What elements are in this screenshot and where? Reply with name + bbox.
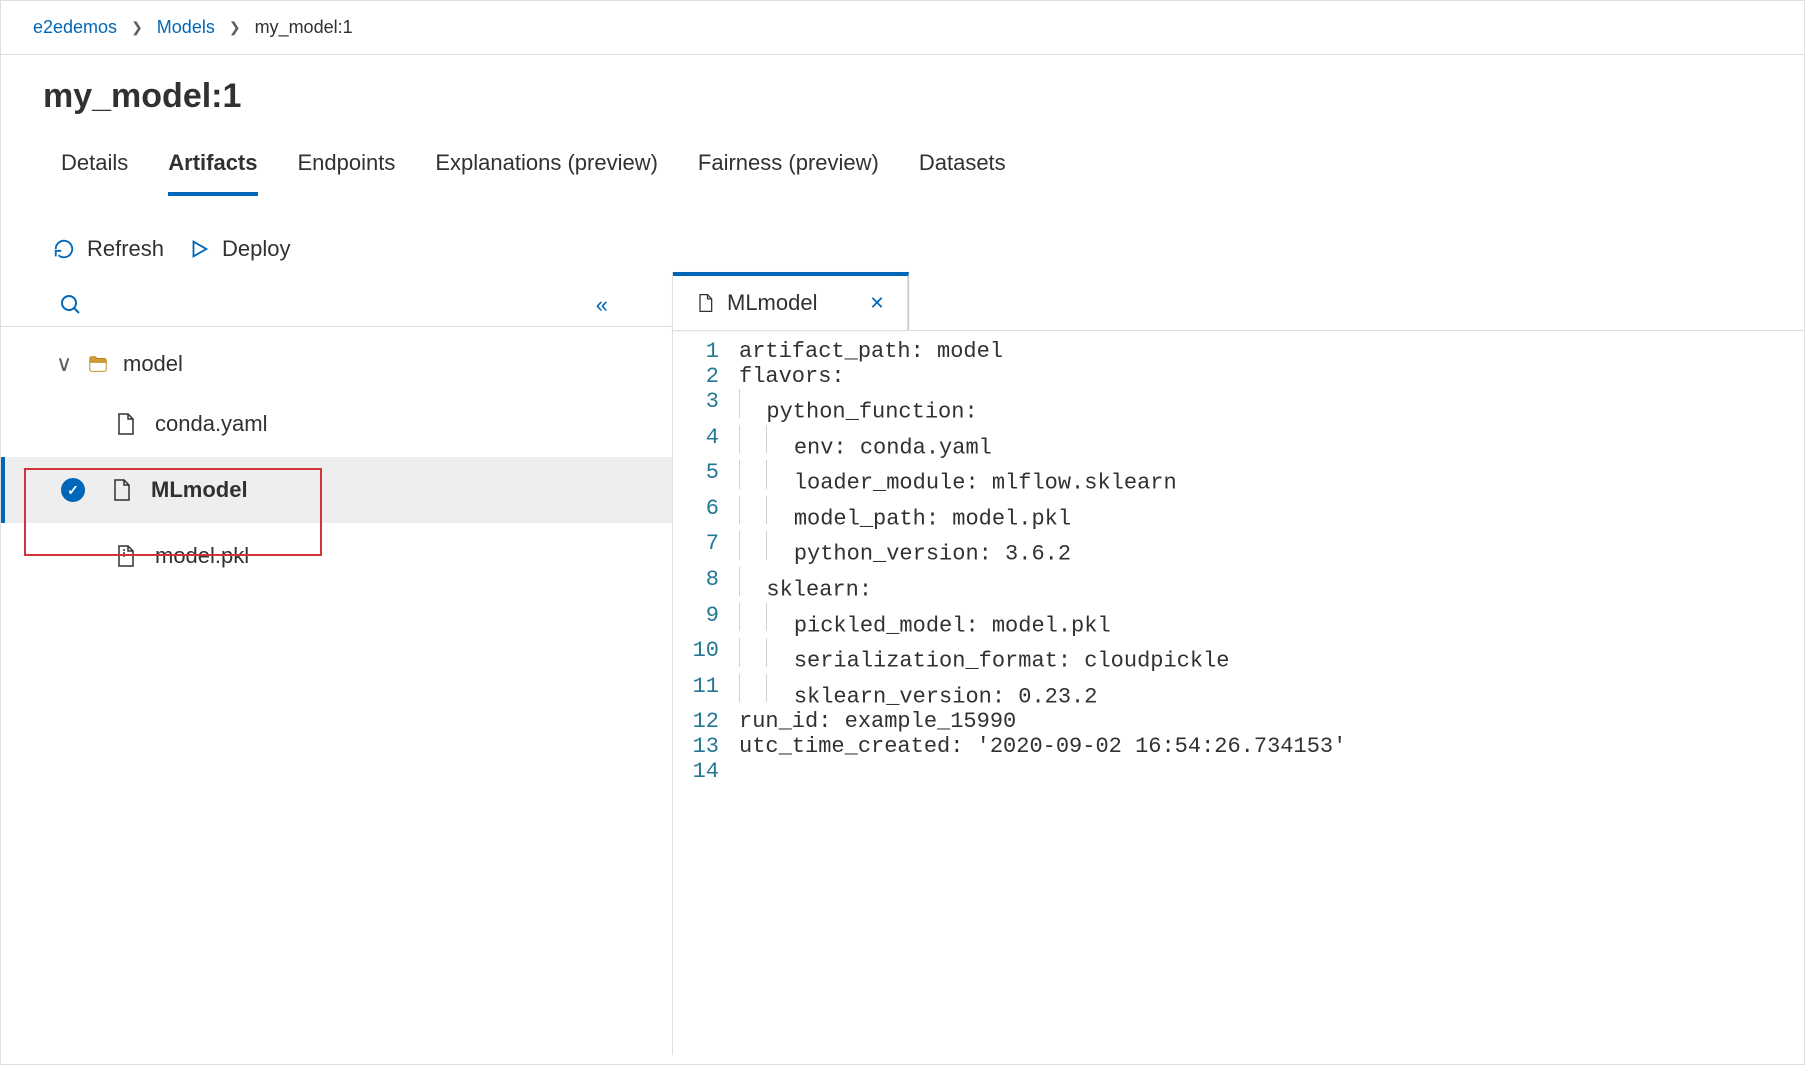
tree-file-modelpkl[interactable]: model.pkl bbox=[1, 523, 672, 589]
code-line: 2flavors: bbox=[673, 364, 1804, 389]
code-line: 14 bbox=[673, 759, 1804, 784]
line-number: 2 bbox=[673, 364, 739, 389]
file-icon bbox=[109, 478, 133, 502]
code-text: env: conda.yaml bbox=[739, 425, 992, 461]
archive-file-icon bbox=[113, 544, 137, 568]
deploy-button[interactable]: Deploy bbox=[188, 236, 290, 262]
breadcrumb-link-workspace[interactable]: e2edemos bbox=[33, 17, 117, 38]
code-line: 5 loader_module: mlflow.sklearn bbox=[673, 460, 1804, 496]
tree-file-label: conda.yaml bbox=[155, 411, 268, 437]
line-number: 1 bbox=[673, 339, 739, 364]
refresh-icon bbox=[53, 238, 75, 260]
line-number: 12 bbox=[673, 709, 739, 734]
line-number: 11 bbox=[673, 674, 739, 710]
chevron-right-icon: ❯ bbox=[229, 19, 241, 36]
line-number: 13 bbox=[673, 734, 739, 759]
main-split: « ∨ model conda.yaml ✓ MLmodel model.pkl bbox=[1, 272, 1804, 1055]
editor-tabbar: MLmodel ✕ bbox=[673, 272, 909, 330]
chevron-right-icon: ❯ bbox=[131, 19, 143, 36]
code-text: pickled_model: model.pkl bbox=[739, 603, 1111, 639]
page-title: my_model:1 bbox=[1, 55, 1804, 126]
line-number: 10 bbox=[673, 638, 739, 674]
tree-folder-label: model bbox=[123, 351, 183, 377]
tab-endpoints[interactable]: Endpoints bbox=[298, 144, 396, 196]
line-number: 5 bbox=[673, 460, 739, 496]
tree-file-label: model.pkl bbox=[155, 543, 249, 569]
code-line: 9 pickled_model: model.pkl bbox=[673, 603, 1804, 639]
file-tree: ∨ model conda.yaml ✓ MLmodel model.pkl bbox=[1, 327, 672, 589]
code-editor[interactable]: 1artifact_path: model2flavors:3 python_f… bbox=[673, 330, 1804, 784]
collapse-icon[interactable]: « bbox=[596, 292, 608, 318]
line-number: 7 bbox=[673, 531, 739, 567]
tree-file-label: MLmodel bbox=[151, 477, 248, 503]
file-icon bbox=[695, 293, 715, 313]
tree-file-conda[interactable]: conda.yaml bbox=[1, 391, 672, 457]
tab-fairness[interactable]: Fairness (preview) bbox=[698, 144, 879, 196]
code-line: 6 model_path: model.pkl bbox=[673, 496, 1804, 532]
line-number: 8 bbox=[673, 567, 739, 603]
code-text: loader_module: mlflow.sklearn bbox=[739, 460, 1177, 496]
tab-bar: Details Artifacts Endpoints Explanations… bbox=[1, 126, 1804, 196]
line-number: 4 bbox=[673, 425, 739, 461]
tab-explanations[interactable]: Explanations (preview) bbox=[435, 144, 658, 196]
code-text: flavors: bbox=[739, 364, 845, 389]
toolbar: Refresh Deploy bbox=[1, 196, 1804, 272]
code-text: run_id: example_15990 bbox=[739, 709, 1016, 734]
line-number: 14 bbox=[673, 759, 739, 784]
code-line: 13utc_time_created: '2020-09-02 16:54:26… bbox=[673, 734, 1804, 759]
code-line: 3 python_function: bbox=[673, 389, 1804, 425]
line-number: 3 bbox=[673, 389, 739, 425]
code-line: 11 sklearn_version: 0.23.2 bbox=[673, 674, 1804, 710]
code-line: 8 sklearn: bbox=[673, 567, 1804, 603]
tree-folder-model[interactable]: ∨ model bbox=[1, 337, 672, 391]
refresh-button[interactable]: Refresh bbox=[53, 236, 164, 262]
code-text: sklearn: bbox=[739, 567, 872, 603]
code-text: utc_time_created: '2020-09-02 16:54:26.7… bbox=[739, 734, 1346, 759]
folder-icon bbox=[87, 353, 109, 375]
line-number: 9 bbox=[673, 603, 739, 639]
search-bar: « bbox=[1, 280, 672, 327]
artifact-tree-panel: « ∨ model conda.yaml ✓ MLmodel model.pkl bbox=[1, 272, 673, 1055]
tab-details[interactable]: Details bbox=[61, 144, 128, 196]
code-text: model_path: model.pkl bbox=[739, 496, 1071, 532]
code-text: artifact_path: model bbox=[739, 339, 1003, 364]
code-line: 4 env: conda.yaml bbox=[673, 425, 1804, 461]
code-line: 12run_id: example_15990 bbox=[673, 709, 1804, 734]
code-text: sklearn_version: 0.23.2 bbox=[739, 674, 1097, 710]
code-line: 10 serialization_format: cloudpickle bbox=[673, 638, 1804, 674]
code-text: python_version: 3.6.2 bbox=[739, 531, 1071, 567]
editor-tab-label: MLmodel bbox=[727, 290, 817, 316]
tab-datasets[interactable]: Datasets bbox=[919, 144, 1006, 196]
chevron-down-icon: ∨ bbox=[55, 351, 73, 377]
tree-file-mlmodel[interactable]: ✓ MLmodel bbox=[1, 457, 672, 523]
code-text: python_function: bbox=[739, 389, 978, 425]
editor-tab-mlmodel[interactable]: MLmodel ✕ bbox=[673, 276, 908, 330]
check-icon: ✓ bbox=[61, 478, 85, 502]
search-icon[interactable] bbox=[59, 293, 83, 317]
close-icon[interactable]: ✕ bbox=[869, 293, 884, 314]
refresh-label: Refresh bbox=[87, 236, 164, 262]
code-line: 7 python_version: 3.6.2 bbox=[673, 531, 1804, 567]
code-line: 1artifact_path: model bbox=[673, 339, 1804, 364]
tab-artifacts[interactable]: Artifacts bbox=[168, 144, 257, 196]
file-icon bbox=[113, 412, 137, 436]
breadcrumb: e2edemos ❯ Models ❯ my_model:1 bbox=[1, 1, 1804, 55]
line-number: 6 bbox=[673, 496, 739, 532]
editor-panel: MLmodel ✕ 1artifact_path: model2flavors:… bbox=[673, 272, 1804, 1055]
breadcrumb-current: my_model:1 bbox=[255, 17, 353, 38]
breadcrumb-link-models[interactable]: Models bbox=[157, 17, 215, 38]
play-icon bbox=[188, 238, 210, 260]
deploy-label: Deploy bbox=[222, 236, 290, 262]
code-text: serialization_format: cloudpickle bbox=[739, 638, 1229, 674]
